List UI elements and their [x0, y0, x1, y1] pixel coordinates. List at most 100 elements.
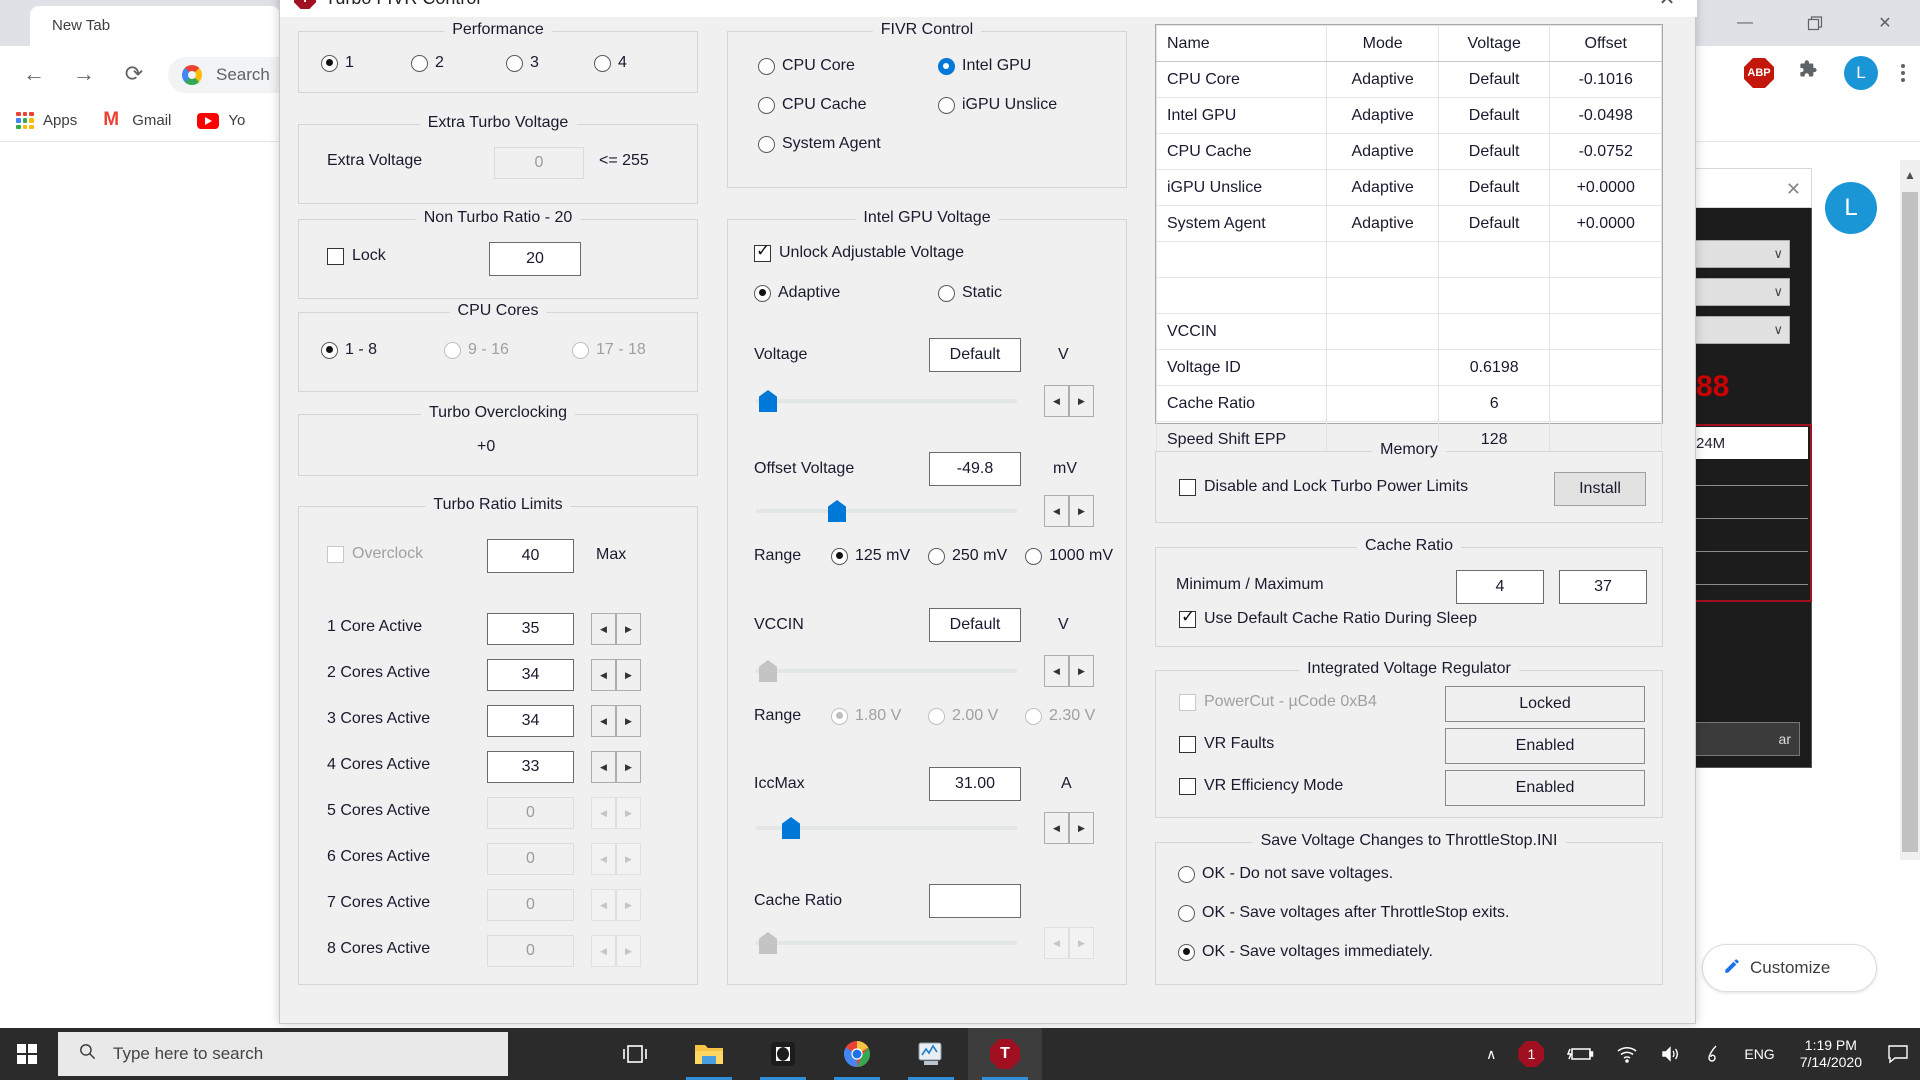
non-turbo-ratio-input[interactable]: 20 [489, 242, 581, 276]
customize-button[interactable]: Customize [1702, 944, 1877, 992]
gpu-offset-slider[interactable] [756, 500, 1017, 522]
vr-efficiency-mode-checkbox[interactable]: VR Efficiency Mode [1179, 777, 1343, 795]
start-button[interactable] [0, 1028, 54, 1080]
page-profile-avatar[interactable]: L [1825, 182, 1877, 234]
spin-right-icon[interactable]: ▶ [1069, 655, 1094, 687]
performance-option-4[interactable]: 4 [594, 54, 627, 72]
gpu-offset-spinner[interactable]: ◀ ▶ [1044, 495, 1094, 527]
fivr-option-intel-gpu[interactable]: Intel GPU [938, 57, 1031, 75]
save-option-do-not-save[interactable]: OK - Do not save voltages. [1178, 865, 1393, 883]
language-indicator[interactable]: ENG [1733, 1028, 1785, 1080]
spin-left-icon[interactable]: ◀ [1044, 385, 1069, 417]
non-turbo-lock-checkbox[interactable]: Lock [327, 247, 386, 265]
disable-lock-turbo-power-limits-checkbox[interactable]: Disable and Lock Turbo Power Limits [1179, 478, 1468, 496]
iccmax-input[interactable]: 31.00 [929, 767, 1021, 801]
forward-icon[interactable]: → [68, 58, 100, 90]
browser-tab[interactable]: New Tab [30, 6, 280, 46]
gpu-range-250[interactable]: 250 mV [928, 547, 1007, 565]
battery-icon[interactable] [1555, 1028, 1605, 1080]
extra-voltage-input[interactable]: 0 [494, 147, 584, 179]
trl-row-3-input[interactable]: 33 [487, 751, 574, 783]
vccin-input[interactable]: Default [929, 608, 1021, 642]
spin-left-icon[interactable]: ◀ [591, 705, 616, 737]
bookmark-gmail[interactable]: Gmail [103, 109, 171, 131]
chrome-menu-icon[interactable] [1900, 61, 1906, 85]
fivr-option-cpu-cache[interactable]: CPU Cache [758, 96, 866, 114]
gpu-mode-static[interactable]: Static [938, 284, 1002, 302]
spin-left-icon[interactable]: ◀ [591, 659, 616, 691]
profile-avatar[interactable]: L [1844, 56, 1878, 90]
spin-left-icon[interactable]: ◀ [1044, 495, 1069, 527]
spin-left-icon[interactable]: ◀ [591, 751, 616, 783]
trl-row-2-spinner[interactable]: ◀ ▶ [591, 705, 641, 737]
slider-thumb[interactable] [759, 390, 777, 412]
slider-thumb[interactable] [782, 817, 800, 839]
spin-right-icon[interactable]: ▶ [1069, 495, 1094, 527]
extensions-puzzle-icon[interactable] [1796, 57, 1822, 90]
performance-option-2[interactable]: 2 [411, 54, 444, 72]
iccmax-slider[interactable] [756, 817, 1017, 839]
powercut-state-button[interactable]: Locked [1445, 686, 1645, 722]
back-icon[interactable]: ← [18, 58, 50, 90]
bookmark-youtube[interactable]: Yo [197, 112, 245, 129]
install-button[interactable]: Install [1554, 472, 1646, 506]
gpu-voltage-input[interactable]: Default [929, 338, 1021, 372]
scroll-up-icon[interactable]: ▲ [1902, 164, 1918, 186]
gpu-range-1000[interactable]: 1000 mV [1025, 547, 1113, 565]
vr-efficiency-state-button[interactable]: Enabled [1445, 770, 1645, 806]
file-explorer-icon[interactable] [672, 1028, 746, 1080]
tray-notification-badge[interactable]: 1 [1507, 1028, 1555, 1080]
wifi-icon[interactable] [1605, 1028, 1649, 1080]
throttlestop-icon[interactable]: T [968, 1028, 1042, 1080]
performance-option-1[interactable]: 1 [321, 54, 354, 72]
spin-right-icon[interactable]: ▶ [616, 659, 641, 691]
action-center-icon[interactable] [1876, 1028, 1920, 1080]
background-close-icon[interactable]: ✕ [1786, 179, 1801, 200]
background-clear-button[interactable]: ar [1690, 722, 1800, 756]
spin-right-icon[interactable]: ▶ [1069, 812, 1094, 844]
trl-row-0-spinner[interactable]: ◀ ▶ [591, 613, 641, 645]
spin-right-icon[interactable]: ▶ [1069, 385, 1094, 417]
tray-expand-icon[interactable]: ∧ [1475, 1028, 1507, 1080]
minimize-button[interactable]: — [1710, 0, 1780, 46]
task-view-icon[interactable] [598, 1028, 672, 1080]
vr-faults-state-button[interactable]: Enabled [1445, 728, 1645, 764]
gpu-offset-input[interactable]: -49.8 [929, 452, 1021, 486]
trl-row-2-input[interactable]: 34 [487, 705, 574, 737]
fivr-option-igpu-unslice[interactable]: iGPU Unslice [938, 96, 1057, 114]
clock[interactable]: 1:19 PM 7/14/2020 [1786, 1037, 1876, 1072]
save-option-after-exit[interactable]: OK - Save voltages after ThrottleStop ex… [1178, 904, 1509, 922]
background-combo-1[interactable]: ∨ [1690, 240, 1790, 268]
close-button[interactable]: ✕ [1850, 0, 1920, 46]
spin-right-icon[interactable]: ▶ [616, 613, 641, 645]
fivr-option-system-agent[interactable]: System Agent [758, 135, 881, 153]
maximize-icon[interactable] [1780, 0, 1850, 46]
scrollbar-thumb[interactable] [1902, 192, 1918, 852]
spin-right-icon[interactable]: ▶ [616, 751, 641, 783]
unlock-adjustable-voltage-checkbox[interactable]: Unlock Adjustable Voltage [754, 241, 964, 262]
cache-ratio-min-input[interactable]: 4 [1456, 570, 1544, 604]
cache-ratio-max-input[interactable]: 37 [1559, 570, 1647, 604]
slider-thumb[interactable] [828, 500, 846, 522]
adblock-plus-icon[interactable]: ABP [1744, 58, 1774, 88]
volume-icon[interactable] [1649, 1028, 1693, 1080]
dolby-icon[interactable] [746, 1028, 820, 1080]
reload-icon[interactable]: ⟳ [118, 58, 150, 90]
trl-row-1-input[interactable]: 34 [487, 659, 574, 691]
dialog-titlebar[interactable]: T Turbo FIVR Control [280, 0, 1697, 17]
vccin-spinner[interactable]: ◀ ▶ [1044, 655, 1094, 687]
gpu-voltage-slider[interactable] [756, 390, 1017, 412]
spin-left-icon[interactable]: ◀ [1044, 812, 1069, 844]
iccmax-spinner[interactable]: ◀ ▶ [1044, 812, 1094, 844]
turbo-max-input[interactable]: 40 [487, 539, 574, 573]
fivr-option-cpu-core[interactable]: CPU Core [758, 57, 855, 75]
trl-row-1-spinner[interactable]: ◀ ▶ [591, 659, 641, 691]
trl-row-3-spinner[interactable]: ◀ ▶ [591, 751, 641, 783]
background-combo-3[interactable]: ∨ [1690, 316, 1790, 344]
spin-left-icon[interactable]: ◀ [1044, 655, 1069, 687]
cpu-cores-option-1[interactable]: 1 - 8 [321, 341, 377, 359]
bookmark-apps[interactable]: Apps [16, 111, 77, 130]
use-default-cache-ratio-sleep-checkbox[interactable]: Use Default Cache Ratio During Sleep [1179, 607, 1477, 628]
chrome-icon[interactable] [820, 1028, 894, 1080]
gpu-mode-adaptive[interactable]: Adaptive [754, 284, 840, 302]
